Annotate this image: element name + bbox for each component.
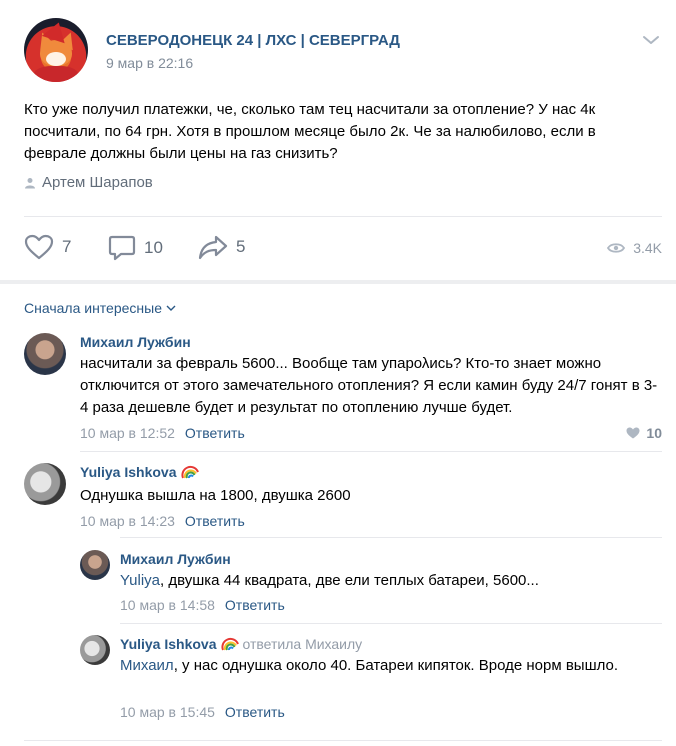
- eye-icon: [607, 243, 626, 253]
- section-separator: [0, 280, 676, 284]
- divider: [24, 740, 662, 741]
- comment: Михаил Лужбин насчитали за февраль 5600.…: [24, 333, 664, 453]
- comment-author[interactable]: Михаил Лужбин: [120, 551, 231, 567]
- comment-author[interactable]: Михаил Лужбин: [80, 334, 191, 350]
- comment-date[interactable]: 10 мар в 14:23: [80, 513, 175, 529]
- chevron-down-icon: [166, 305, 176, 311]
- comment-meta: 10 мар в 12:52 Ответить: [80, 425, 245, 441]
- comment-date[interactable]: 10 мар в 14:58: [120, 597, 215, 613]
- reply-button[interactable]: Ответить: [185, 425, 245, 441]
- mention-link[interactable]: Михаил: [120, 657, 174, 674]
- rainbow-icon: [180, 465, 199, 479]
- divider: [120, 623, 662, 624]
- comment-count: 10: [144, 238, 163, 257]
- avatar[interactable]: [24, 463, 66, 505]
- share-icon: [198, 235, 228, 260]
- group-name-link[interactable]: СЕВЕРОДОНЕЦК 24 | ЛХС | СЕВЕРГРАД: [106, 32, 400, 49]
- comment-author-name: Yuliya Ishkova: [120, 636, 217, 652]
- comment-icon: [108, 235, 136, 261]
- divider: [120, 537, 662, 538]
- post-date[interactable]: 9 мар в 22:16: [106, 55, 193, 71]
- chevron-down-icon[interactable]: [642, 34, 660, 46]
- comment-meta: 10 мар в 14:58 Ответить: [120, 597, 285, 613]
- comment-meta: 10 мар в 15:45 Ответить: [120, 704, 285, 720]
- comment-reply: Yuliya Ishkova ответила Михаилу Михаил, …: [80, 635, 664, 727]
- avatar[interactable]: [80, 635, 110, 665]
- comment-text: Yuliya, двушка 44 квадрата, две ели тепл…: [120, 570, 660, 592]
- share-button[interactable]: 5: [198, 234, 245, 260]
- group-avatar[interactable]: [24, 18, 88, 82]
- like-button[interactable]: 7: [24, 234, 71, 260]
- post-actions: 7 10 5 3.4K: [24, 234, 664, 266]
- avatar[interactable]: [80, 550, 110, 580]
- reply-button[interactable]: Ответить: [225, 704, 285, 720]
- comment-like-button[interactable]: 10: [626, 425, 662, 441]
- views-counter: 3.4K: [607, 240, 662, 256]
- avatar[interactable]: [24, 333, 66, 375]
- user-icon: [25, 177, 35, 188]
- comment-text: Михаил, у нас однушка около 40. Батареи …: [120, 655, 660, 677]
- comment-button[interactable]: 10: [108, 234, 163, 262]
- heart-icon: [626, 427, 640, 439]
- rainbow-icon: [220, 637, 239, 651]
- comment-reply: Михаил Лужбин Yuliya, двушка 44 квадрата…: [80, 550, 664, 616]
- comment-text-body: , у нас однушка около 40. Батареи кипято…: [173, 657, 619, 674]
- sort-label: Сначала интересные: [24, 300, 162, 316]
- comment-text-body: , двушка 44 квадрата, две ели теплых бат…: [160, 572, 539, 589]
- post-text: Кто уже получил платежки, че, сколько та…: [24, 101, 596, 162]
- comment-like-count: 10: [646, 425, 662, 441]
- comment-meta: 10 мар в 14:23 Ответить: [80, 513, 245, 529]
- comment-author[interactable]: Yuliya Ishkova: [80, 464, 199, 480]
- comment-author-name: Yuliya Ishkova: [80, 464, 177, 480]
- post-author[interactable]: Артем Шарапов: [24, 174, 153, 191]
- reply-button[interactable]: Ответить: [225, 597, 285, 613]
- sort-dropdown[interactable]: Сначала интересные: [24, 300, 176, 316]
- comment-text: Однушка вышла на 1800, двушка 2600: [80, 487, 351, 504]
- views-count: 3.4K: [633, 240, 662, 256]
- comment-date[interactable]: 10 мар в 15:45: [120, 704, 215, 720]
- comment-author[interactable]: Yuliya Ishkova ответила Михаилу: [120, 636, 362, 652]
- post-header: СЕВЕРОДОНЕЦК 24 | ЛХС | СЕВЕРГРАД 9 мар …: [24, 18, 664, 84]
- heart-icon: [24, 234, 54, 260]
- share-count: 5: [236, 237, 246, 256]
- reply-button[interactable]: Ответить: [185, 513, 245, 529]
- comment-date[interactable]: 10 мар в 12:52: [80, 425, 175, 441]
- comment-text: насчитали за февраль 5600... Вообще там …: [80, 355, 658, 416]
- post-author-name: Артем Шарапов: [42, 174, 153, 191]
- comment: Yuliya Ishkova Однушка вышла на 1800, дв…: [24, 463, 664, 533]
- divider: [80, 451, 662, 452]
- reply-to-label[interactable]: ответила Михаилу: [243, 636, 363, 652]
- divider: [24, 216, 662, 217]
- mention-link[interactable]: Yuliya: [120, 572, 160, 589]
- like-count: 7: [62, 237, 72, 256]
